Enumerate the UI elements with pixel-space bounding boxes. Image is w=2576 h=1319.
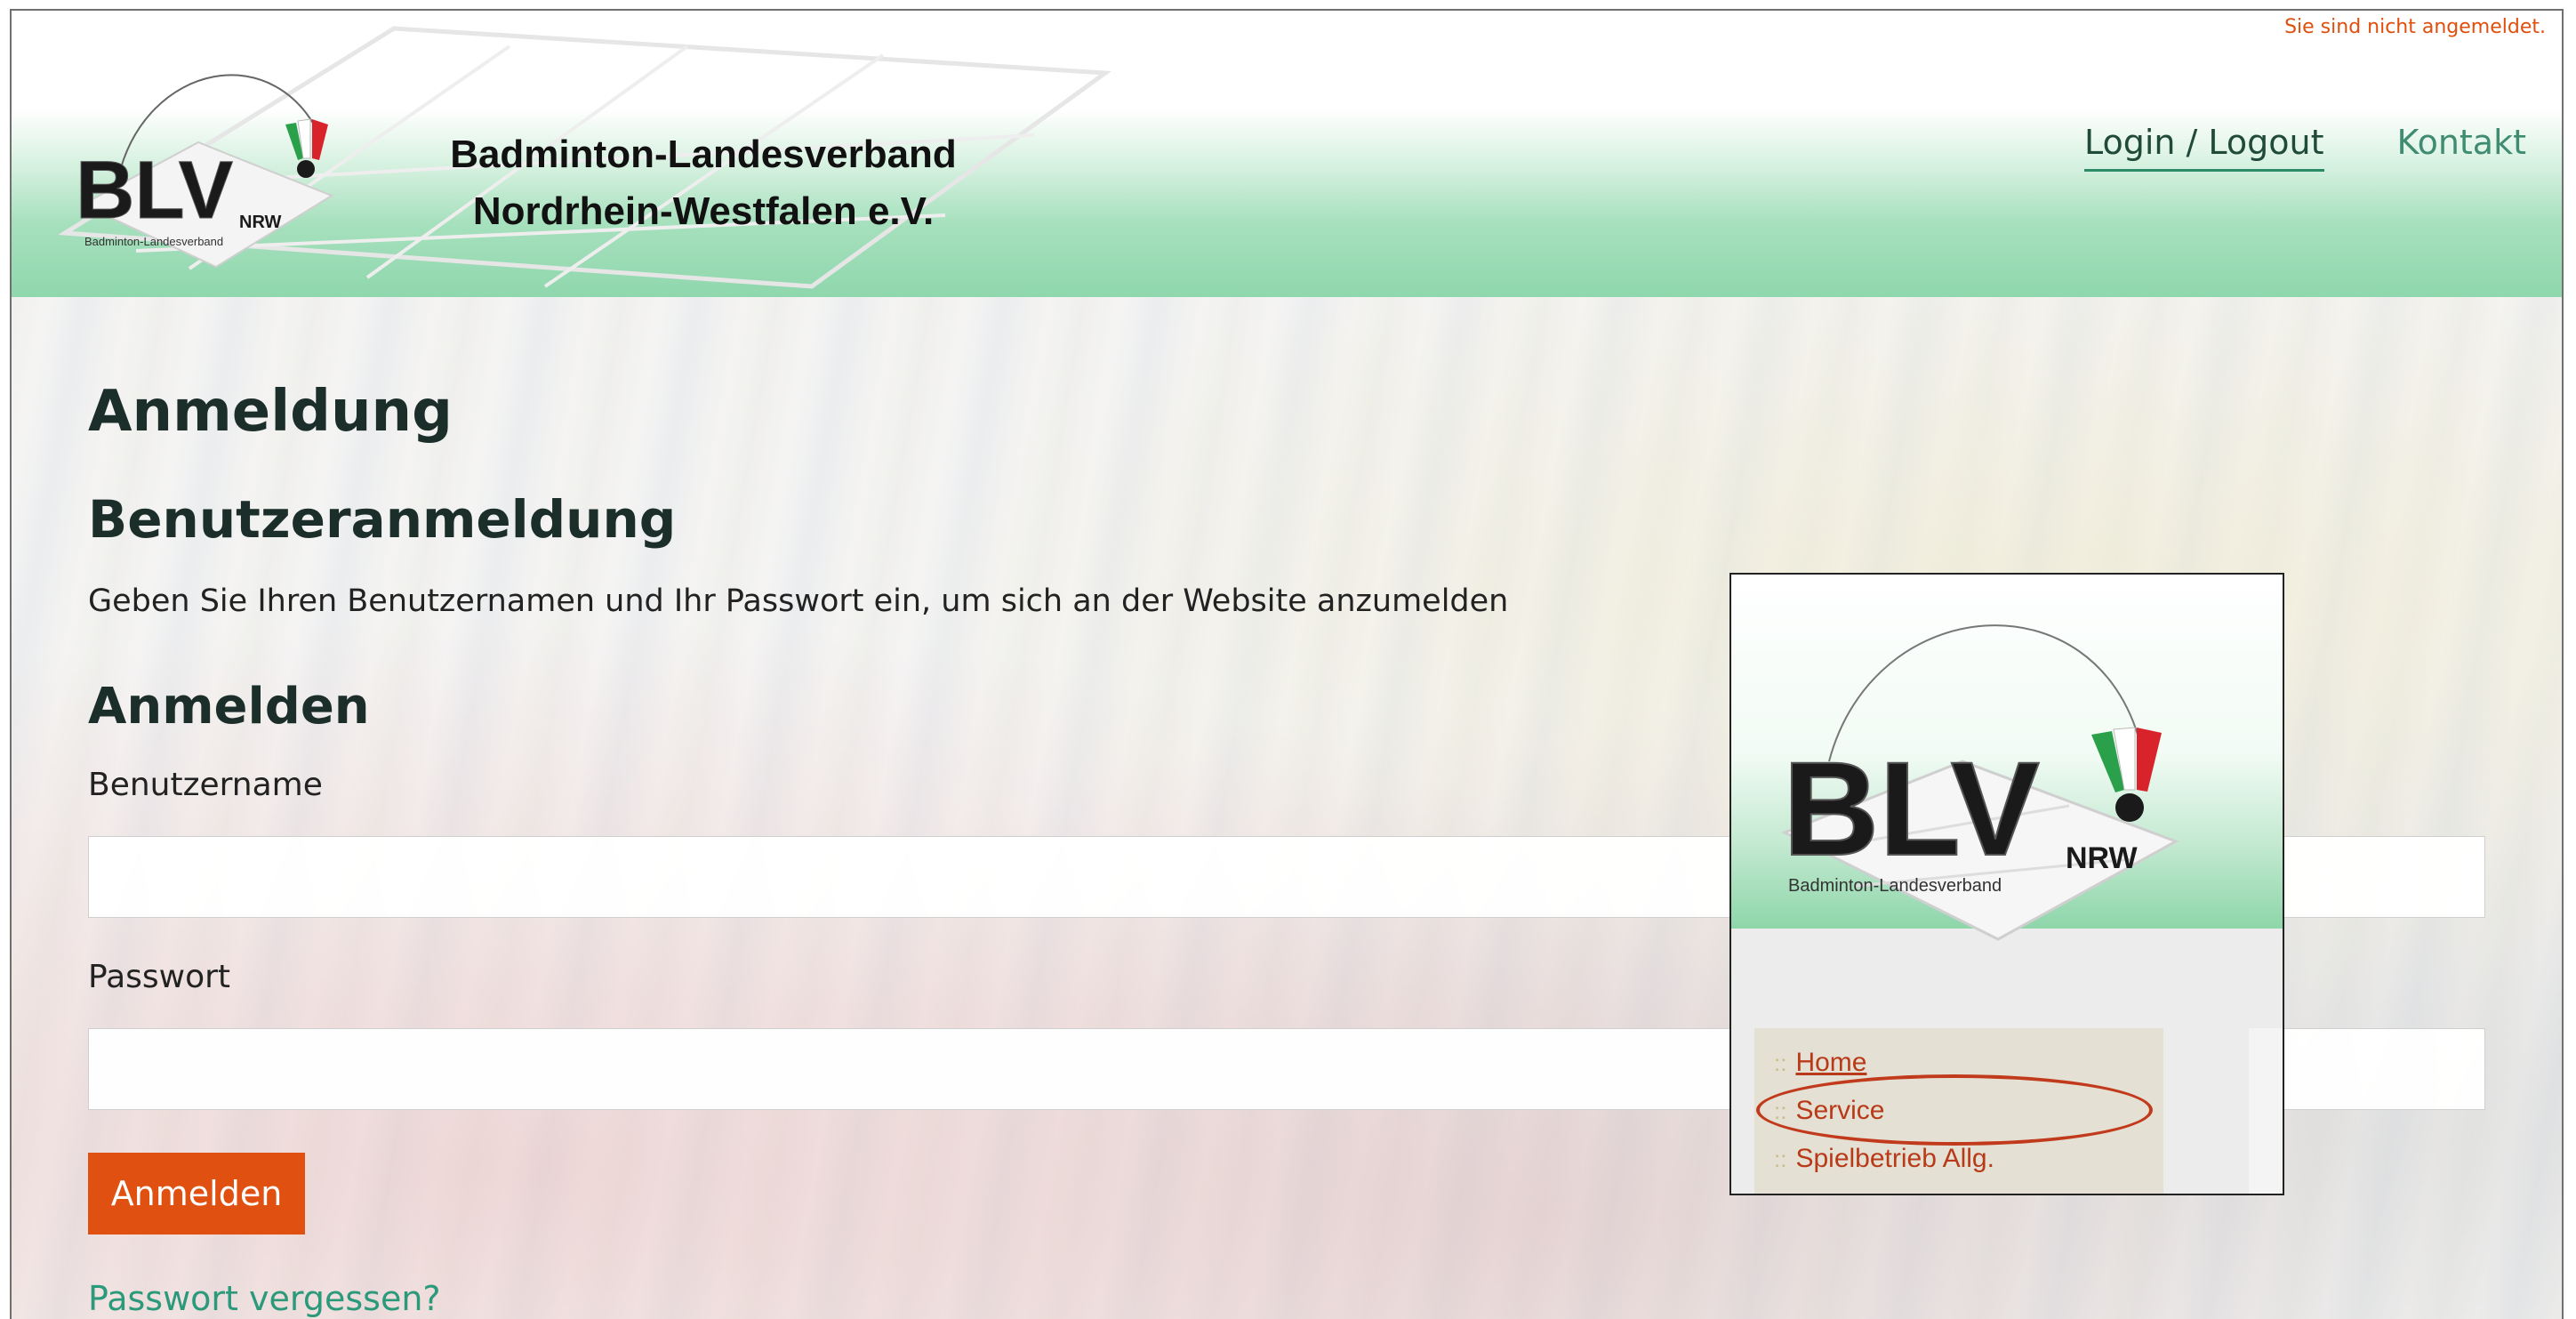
- site-header: Sie sind nicht angemeldet. BLV NRW Badmi…: [12, 11, 2562, 297]
- login-status-text: Sie sind nicht angemeldet.: [2284, 16, 2546, 38]
- forgot-password-link[interactable]: Passwort vergessen?: [88, 1279, 441, 1318]
- intro-text: Geben Sie Ihren Benutzernamen und Ihr Pa…: [88, 583, 1509, 619]
- svg-text:NRW: NRW: [2066, 841, 2138, 875]
- brand-line-1: Badminton-Landesverband: [450, 133, 957, 176]
- brand-title: Badminton-Landesverband Nordrhein-Westfa…: [410, 126, 997, 240]
- page-title: Anmeldung: [88, 379, 453, 445]
- inset-blv-logo: BLV NRW Badminton-Landesverband: [1781, 624, 2179, 941]
- inset-screenshot: BLV NRW Badminton-Landesverband :: Home :…: [1729, 573, 2284, 1195]
- login-submit-button[interactable]: Anmelden: [88, 1153, 305, 1235]
- service-highlight-ellipse: [1756, 1074, 2153, 1146]
- svg-text:Badminton-Landesverband: Badminton-Landesverband: [1788, 876, 2002, 896]
- blv-logo[interactable]: BLV NRW Badminton-Landesverband: [65, 44, 349, 277]
- svg-text:BLV: BLV: [76, 145, 233, 236]
- menu-bullet-icon: ::: [1774, 1146, 1787, 1172]
- nav-login-logout-link[interactable]: Login / Logout: [2083, 123, 2324, 172]
- inset-menu-item-home[interactable]: :: Home: [1774, 1048, 1866, 1078]
- menu-bullet-icon: ::: [1774, 1050, 1787, 1076]
- username-label: Benutzername: [88, 767, 323, 803]
- form-title: Anmelden: [88, 678, 370, 736]
- nav-kontakt-link[interactable]: Kontakt: [2397, 123, 2526, 172]
- page-frame: Sie sind nicht angemeldet. BLV NRW Badmi…: [10, 9, 2564, 1319]
- svg-text:NRW: NRW: [239, 213, 282, 232]
- password-label: Passwort: [88, 959, 231, 995]
- inset-right-panel: [2249, 1028, 2283, 1194]
- top-nav: Login / Logout Kontakt: [2083, 123, 2526, 172]
- svg-text:Badminton-Landesverband: Badminton-Landesverband: [84, 235, 223, 248]
- section-title: Benutzeranmeldung: [88, 489, 677, 550]
- brand-line-2: Nordrhein-Westfalen e.V.: [472, 189, 935, 233]
- inset-menu-item-spielbetrieb[interactable]: :: Spielbetrieb Allg.: [1774, 1144, 1994, 1174]
- svg-text:BLV: BLV: [1783, 734, 2040, 883]
